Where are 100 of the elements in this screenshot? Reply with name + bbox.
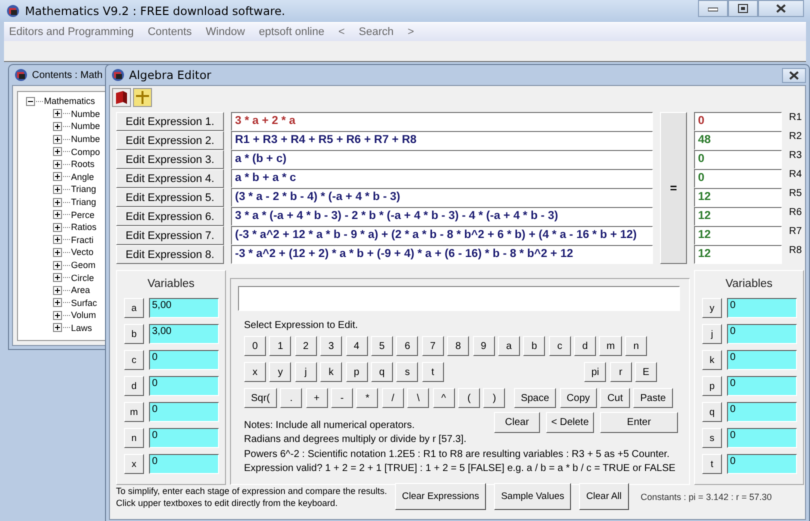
expand-icon[interactable] xyxy=(53,134,62,144)
variable-button[interactable]: a xyxy=(124,298,144,318)
menu-item[interactable]: > xyxy=(408,26,414,38)
variable-field[interactable]: 0 xyxy=(149,350,219,370)
variable-button[interactable]: q xyxy=(702,402,722,422)
expression-field[interactable]: 3 * a * (-a + 4 * b - 3) - 2 * b * (-a + 4 * b - 3) - 4 * (-a + 4 * b - 3) xyxy=(231,207,653,226)
edit-expression-button[interactable]: Edit Expression 1. xyxy=(116,112,224,131)
key-button[interactable]: Space xyxy=(514,388,556,408)
key-button[interactable]: 3 xyxy=(320,336,342,356)
key-button[interactable]: 1 xyxy=(269,336,292,356)
variable-button[interactable]: s xyxy=(702,428,722,448)
key-button[interactable]: Clear xyxy=(494,412,540,433)
key-button[interactable]: pi xyxy=(584,362,606,382)
expression-field[interactable]: (-3 * a^2 + 12 * a * b - 9 * a) + (2 * a * b - 8 * b^2 + 6 * b) + (4 * a - 16 * b + 12) xyxy=(231,226,653,245)
expression-field[interactable]: R1 + R3 + R4 + R5 + R6 + R7 + R8 xyxy=(231,131,653,150)
variable-field[interactable]: 0 xyxy=(727,376,797,396)
edit-expression-button[interactable]: Edit Expression 6. xyxy=(116,207,224,226)
footer-button[interactable]: Clear Expressions xyxy=(394,483,486,510)
key-button[interactable]: 4 xyxy=(346,336,368,356)
key-button[interactable]: Copy xyxy=(560,388,597,408)
result-field[interactable]: 0 xyxy=(694,150,782,169)
key-button[interactable]: r xyxy=(610,362,632,382)
tree-item[interactable]: Triang xyxy=(71,197,96,208)
tree-item[interactable]: Volum xyxy=(71,310,96,320)
expand-icon[interactable] xyxy=(53,147,62,156)
tree-item[interactable]: Vecto xyxy=(71,247,94,258)
tree-item[interactable]: Ratios xyxy=(71,222,97,232)
key-button[interactable]: n xyxy=(625,336,648,356)
tree-item[interactable]: Roots xyxy=(71,159,95,170)
menu-item[interactable]: Window xyxy=(206,26,245,38)
key-button[interactable]: p xyxy=(346,362,368,382)
tree-item[interactable]: Geom xyxy=(71,260,96,270)
variable-field[interactable]: 0 xyxy=(727,350,797,370)
key-button[interactable]: Paste xyxy=(633,388,673,408)
menu-item[interactable]: Editors and Programming xyxy=(9,26,134,38)
tree-item[interactable]: Numbe xyxy=(71,121,100,132)
key-button[interactable]: y xyxy=(269,362,292,382)
variable-button[interactable]: t xyxy=(702,454,722,474)
key-button[interactable]: * xyxy=(356,388,378,408)
tree-item[interactable]: Surfac xyxy=(71,298,98,308)
tree-item[interactable]: Mathematics xyxy=(44,96,96,106)
key-button[interactable]: b xyxy=(523,336,546,356)
key-button[interactable]: 2 xyxy=(294,336,317,356)
key-button[interactable]: x xyxy=(244,362,266,382)
close-button[interactable] xyxy=(758,0,804,17)
key-button[interactable]: 7 xyxy=(422,336,444,356)
result-field[interactable]: 0 xyxy=(694,112,782,131)
tree-item[interactable]: Compo xyxy=(71,146,100,157)
variable-field[interactable]: 0 xyxy=(149,376,219,396)
variable-button[interactable]: b xyxy=(124,324,144,344)
expand-icon[interactable] xyxy=(53,235,62,244)
expand-icon[interactable] xyxy=(53,172,62,182)
expand-icon[interactable] xyxy=(53,310,62,320)
variable-field[interactable]: 0 xyxy=(727,324,797,344)
expand-icon[interactable] xyxy=(53,109,62,118)
expand-icon[interactable] xyxy=(53,260,62,270)
key-button[interactable]: 5 xyxy=(370,336,393,356)
edit-expression-button[interactable]: Edit Expression 5. xyxy=(116,188,224,207)
expression-field[interactable]: 3 * a + 2 * a xyxy=(231,112,653,131)
expand-icon[interactable] xyxy=(53,286,62,295)
variable-button[interactable]: p xyxy=(702,376,722,396)
edit-expression-button[interactable]: Edit Expression 7. xyxy=(116,226,224,245)
collapse-icon[interactable] xyxy=(26,96,35,106)
expand-icon[interactable] xyxy=(53,210,62,220)
result-field[interactable]: 0 xyxy=(694,169,782,188)
key-button[interactable]: < Delete xyxy=(546,412,594,433)
key-button[interactable]: m xyxy=(599,336,622,356)
tree-item[interactable]: Laws xyxy=(71,322,92,333)
variable-button[interactable]: n xyxy=(124,428,144,448)
key-button[interactable]: 9 xyxy=(472,336,495,356)
key-button[interactable]: Enter xyxy=(600,412,678,433)
key-button[interactable]: c xyxy=(548,336,571,356)
maximize-button[interactable] xyxy=(728,0,758,17)
key-button[interactable]: 6 xyxy=(396,336,418,356)
result-field[interactable]: 48 xyxy=(694,131,782,150)
expand-icon[interactable] xyxy=(53,273,62,282)
key-button[interactable]: ) xyxy=(483,388,506,408)
variable-field[interactable]: 0 xyxy=(727,454,797,474)
menu-item[interactable]: Contents xyxy=(148,26,192,38)
key-button[interactable]: d xyxy=(574,336,596,356)
tree-item[interactable]: Perce xyxy=(71,210,95,220)
expression-field[interactable]: a * b + a * c xyxy=(231,169,653,188)
key-button[interactable]: k xyxy=(320,362,342,382)
edit-expression-button[interactable]: Edit Expression 4. xyxy=(116,169,224,188)
variable-button[interactable]: c xyxy=(124,350,144,370)
tree-item[interactable]: Triang xyxy=(71,184,96,194)
variable-button[interactable]: y xyxy=(702,298,722,318)
variable-field[interactable]: 0 xyxy=(727,298,797,318)
tree-item[interactable]: Fracti xyxy=(71,234,94,245)
key-button[interactable]: - xyxy=(331,388,354,408)
variable-field[interactable]: 0 xyxy=(727,402,797,422)
expression-field[interactable]: (3 * a - 2 * b - 4) * (-a + 4 * b - 3) xyxy=(231,188,653,207)
expand-icon[interactable] xyxy=(53,323,62,332)
footer-button[interactable]: Clear All xyxy=(579,483,629,510)
tree-item[interactable]: Angle xyxy=(71,172,94,182)
key-button[interactable]: a xyxy=(498,336,520,356)
key-button[interactable]: 0 xyxy=(244,336,266,356)
input-field[interactable] xyxy=(238,286,680,311)
result-field[interactable]: 12 xyxy=(694,245,782,264)
key-button[interactable]: Cut xyxy=(600,388,630,408)
